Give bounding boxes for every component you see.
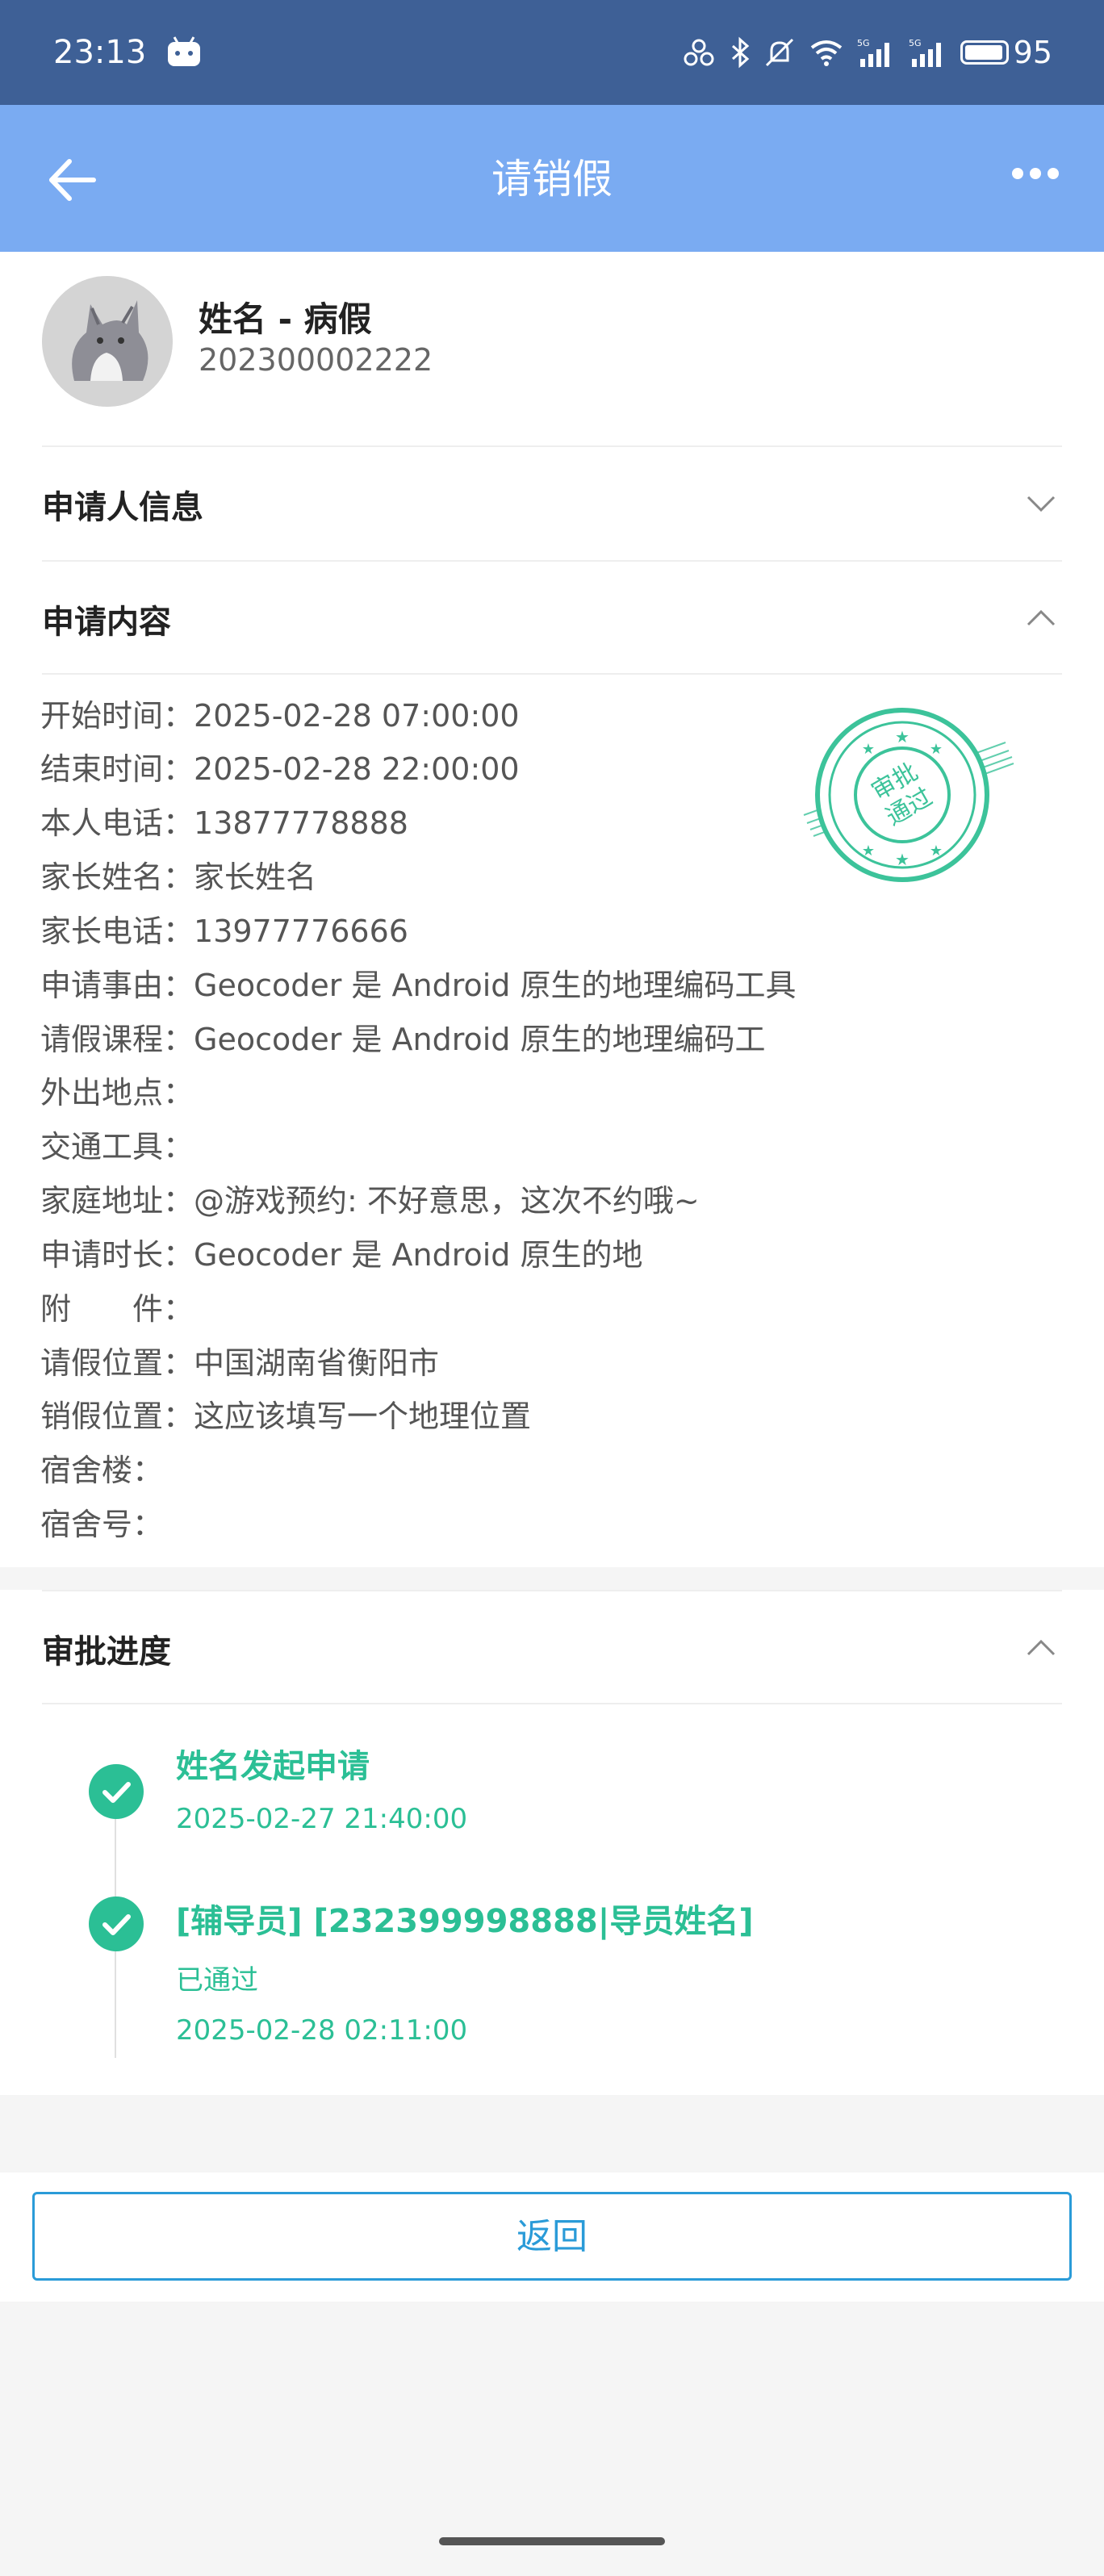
- status-time: 23:13: [53, 34, 147, 71]
- svg-text:5G: 5G: [857, 38, 870, 48]
- nav-bar: 请销假: [0, 105, 1104, 252]
- signal-5g-icon: 5G: [857, 38, 889, 67]
- profile-card: 姓名 - 病假 202300002222: [0, 252, 1104, 445]
- detail-row: 结束时间：2025-02-28 22:00:00: [40, 751, 520, 787]
- detail-row: 申请事由：Geocoder 是 Android 原生的地理编码工具: [40, 968, 797, 1003]
- detail-row: 请假位置：中国湖南省衡阳市: [40, 1345, 440, 1381]
- detail-row: 申请时长：Geocoder 是 Android 原生的地: [40, 1237, 643, 1273]
- detail-row: 家庭地址：@游戏预约: 不好意思，这次不约哦~: [40, 1183, 700, 1219]
- avatar: [42, 276, 173, 407]
- home-indicator[interactable]: [439, 2537, 665, 2545]
- timeline-step-time: 2025-02-28 02:11:00: [176, 2014, 468, 2047]
- status-bar: 23:13 5G 5G 95: [0, 0, 1104, 105]
- section-applicant-info[interactable]: 申请人信息: [42, 445, 1062, 560]
- timeline-step-title: 姓名发起申请: [176, 1748, 370, 1785]
- bluetooth-icon: [731, 36, 749, 69]
- more-icon[interactable]: [1012, 168, 1059, 179]
- svg-text:★: ★: [862, 741, 875, 758]
- detail-row: 交通工具：: [40, 1129, 194, 1165]
- battery-indicator: 95: [960, 35, 1052, 70]
- battery-level: 95: [1013, 35, 1052, 70]
- signal-5g-icon: 5G: [909, 38, 941, 67]
- check-icon: [89, 1764, 144, 1819]
- section-application-content[interactable]: 申请内容: [42, 560, 1062, 675]
- detail-row: 附 件：: [40, 1291, 194, 1327]
- section-title-progress: 审批进度: [42, 1633, 171, 1671]
- svg-text:★: ★: [930, 843, 943, 859]
- detail-row: 宿舍楼：: [40, 1453, 164, 1488]
- svg-text:5G: 5G: [909, 38, 922, 48]
- battery-icon: [960, 40, 1009, 65]
- chevron-up-icon: [1027, 609, 1056, 626]
- wifi-icon: [810, 40, 842, 66]
- detail-row: 请假课程：Geocoder 是 Android 原生的地理编码工: [40, 1022, 766, 1057]
- page-title: 请销假: [491, 156, 613, 203]
- detail-row: 本人电话：13877778888: [40, 805, 408, 841]
- mute-icon: [765, 38, 793, 67]
- svg-text:★: ★: [862, 843, 875, 859]
- detail-row: 销假位置：这应该填写一个地理位置: [40, 1399, 532, 1434]
- approved-stamp: ★ ★ ★ ★ ★ ★ 审批 通过: [803, 708, 1014, 882]
- timeline-step-time: 2025-02-27 21:40:00: [176, 1803, 468, 1835]
- chevron-down-icon: [1027, 496, 1056, 512]
- svg-text:★: ★: [930, 741, 943, 758]
- detail-row: 开始时间：2025-02-28 07:00:00: [40, 698, 520, 734]
- detail-row: 家长电话：13977776666: [40, 914, 408, 949]
- student-id: 202300002222: [199, 342, 433, 378]
- chevron-up-icon: [1027, 1639, 1056, 1656]
- student-name: 姓名 - 病假: [199, 299, 372, 339]
- android-icon: [168, 36, 200, 66]
- svg-text:★: ★: [895, 850, 910, 869]
- progress-card: 审批进度 姓名发起申请 2025-02-27 21:40:00 [辅导员] [2…: [0, 1590, 1104, 2095]
- detail-row: 宿舍号：: [40, 1507, 164, 1542]
- timeline-step-title: [辅导员] [232399998888|导员姓名]: [176, 1903, 754, 1940]
- return-button[interactable]: 返回: [32, 2192, 1072, 2281]
- section-title-content: 申请内容: [42, 604, 171, 641]
- timeline-step-status: 已通过: [176, 1964, 258, 1997]
- svg-text:★: ★: [895, 727, 910, 746]
- bottom-action-bar: 返回: [0, 2172, 1104, 2302]
- status-icons: 5G 5G 95: [681, 35, 1052, 70]
- section-title-applicant: 申请人信息: [42, 489, 203, 526]
- wolf-avatar-image: [42, 276, 173, 407]
- detail-row: 外出地点：: [40, 1075, 194, 1110]
- link-icon: [684, 39, 714, 66]
- detail-row: 家长姓名：家长姓名: [40, 859, 317, 895]
- check-icon: [89, 1896, 144, 1951]
- section-approval-progress[interactable]: 审批进度: [42, 1590, 1062, 1704]
